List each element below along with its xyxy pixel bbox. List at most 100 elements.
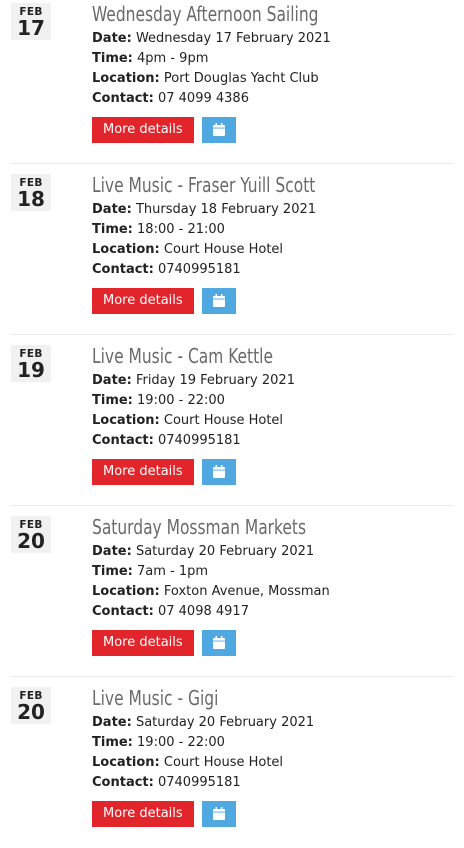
location-value: Court House Hotel bbox=[163, 755, 284, 770]
date-label: Date: bbox=[92, 715, 132, 730]
event-body: Saturday Mossman Markets Date: Saturday … bbox=[92, 514, 454, 656]
event-location: Location: Foxton Avenue, Mossman bbox=[92, 582, 454, 602]
event-actions: More details bbox=[92, 630, 454, 656]
event-body: Live Music - Fraser Yuill Scott Date: Th… bbox=[92, 172, 454, 314]
time-label: Time: bbox=[92, 393, 133, 408]
date-day: 20 bbox=[17, 529, 45, 553]
event-time: Time: 18:00 - 21:00 bbox=[92, 220, 454, 240]
event-title[interactable]: Wednesday Afternoon Sailing bbox=[92, 1, 403, 27]
time-value: 4pm - 9pm bbox=[137, 51, 209, 66]
calendar-icon bbox=[212, 465, 225, 478]
add-to-calendar-button[interactable] bbox=[201, 801, 236, 827]
location-label: Location: bbox=[92, 413, 160, 428]
events-list: FEB 17 Wednesday Afternoon Sailing Date:… bbox=[0, 0, 464, 848]
date-value: Saturday 20 February 2021 bbox=[135, 715, 315, 730]
time-label: Time: bbox=[92, 222, 133, 237]
event-location: Location: Court House Hotel bbox=[92, 240, 454, 260]
add-to-calendar-button[interactable] bbox=[201, 288, 236, 314]
location-label: Location: bbox=[92, 242, 160, 257]
event-item: FEB 18 Live Music - Fraser Yuill Scott D… bbox=[10, 164, 454, 335]
date-badge: FEB 19 bbox=[11, 345, 51, 382]
more-details-button[interactable]: More details bbox=[92, 117, 194, 143]
time-value: 19:00 - 22:00 bbox=[137, 735, 225, 750]
event-title[interactable]: Saturday Mossman Markets bbox=[92, 514, 403, 540]
event-body: Wednesday Afternoon Sailing Date: Wednes… bbox=[92, 1, 454, 143]
event-title[interactable]: Live Music - Cam Kettle bbox=[92, 343, 403, 369]
calendar-icon bbox=[212, 807, 225, 820]
event-date: Date: Saturday 20 February 2021 bbox=[92, 713, 454, 733]
event-time: Time: 19:00 - 22:00 bbox=[92, 733, 454, 753]
event-contact: Contact: 0740995181 bbox=[92, 773, 454, 793]
location-value: Foxton Avenue, Mossman bbox=[163, 584, 330, 599]
add-to-calendar-button[interactable] bbox=[201, 459, 236, 485]
date-label: Date: bbox=[92, 544, 132, 559]
date-value: Friday 19 February 2021 bbox=[135, 373, 295, 388]
more-details-button[interactable]: More details bbox=[92, 630, 194, 656]
event-contact: Contact: 0740995181 bbox=[92, 431, 454, 451]
event-date: Date: Friday 19 February 2021 bbox=[92, 371, 454, 391]
date-badge: FEB 18 bbox=[11, 174, 51, 211]
date-value: Wednesday 17 February 2021 bbox=[135, 31, 331, 46]
time-value: 7am - 1pm bbox=[137, 564, 209, 579]
event-date: Date: Wednesday 17 February 2021 bbox=[92, 29, 454, 49]
time-label: Time: bbox=[92, 564, 133, 579]
date-value: Thursday 18 February 2021 bbox=[135, 202, 317, 217]
date-day: 18 bbox=[17, 187, 45, 211]
date-label: Date: bbox=[92, 31, 132, 46]
event-contact: Contact: 0740995181 bbox=[92, 260, 454, 280]
event-title[interactable]: Live Music - Gigi bbox=[92, 685, 403, 711]
event-actions: More details bbox=[92, 801, 454, 827]
event-item: FEB 17 Wednesday Afternoon Sailing Date:… bbox=[10, 0, 454, 164]
contact-value: 0740995181 bbox=[157, 775, 241, 790]
location-value: Court House Hotel bbox=[163, 413, 284, 428]
contact-label: Contact: bbox=[92, 433, 154, 448]
date-value: Saturday 20 February 2021 bbox=[135, 544, 315, 559]
event-contact: Contact: 07 4099 4386 bbox=[92, 89, 454, 109]
add-to-calendar-button[interactable] bbox=[201, 117, 236, 143]
date-label: Date: bbox=[92, 202, 132, 217]
event-contact: Contact: 07 4098 4917 bbox=[92, 602, 454, 622]
event-title[interactable]: Live Music - Fraser Yuill Scott bbox=[92, 172, 403, 198]
event-date: Date: Saturday 20 February 2021 bbox=[92, 542, 454, 562]
contact-label: Contact: bbox=[92, 91, 154, 106]
event-date: Date: Thursday 18 February 2021 bbox=[92, 200, 454, 220]
event-actions: More details bbox=[92, 117, 454, 143]
date-day: 17 bbox=[17, 16, 45, 40]
location-label: Location: bbox=[92, 584, 160, 599]
date-badge: FEB 20 bbox=[11, 687, 51, 724]
calendar-icon bbox=[212, 294, 225, 307]
contact-value: 07 4099 4386 bbox=[157, 91, 249, 106]
more-details-button[interactable]: More details bbox=[92, 459, 194, 485]
event-body: Live Music - Cam Kettle Date: Friday 19 … bbox=[92, 343, 454, 485]
location-value: Court House Hotel bbox=[163, 242, 284, 257]
contact-label: Contact: bbox=[92, 262, 154, 277]
event-body: Live Music - Gigi Date: Saturday 20 Febr… bbox=[92, 685, 454, 827]
contact-label: Contact: bbox=[92, 604, 154, 619]
date-badge: FEB 20 bbox=[11, 516, 51, 553]
location-label: Location: bbox=[92, 755, 160, 770]
time-value: 19:00 - 22:00 bbox=[137, 393, 225, 408]
event-time: Time: 19:00 - 22:00 bbox=[92, 391, 454, 411]
event-item: FEB 20 Saturday Mossman Markets Date: Sa… bbox=[10, 506, 454, 677]
event-location: Location: Court House Hotel bbox=[92, 411, 454, 431]
date-label: Date: bbox=[92, 373, 132, 388]
event-actions: More details bbox=[92, 288, 454, 314]
location-label: Location: bbox=[92, 71, 160, 86]
more-details-button[interactable]: More details bbox=[92, 288, 194, 314]
time-label: Time: bbox=[92, 51, 133, 66]
contact-value: 0740995181 bbox=[157, 262, 241, 277]
contact-value: 07 4098 4917 bbox=[157, 604, 249, 619]
event-time: Time: 4pm - 9pm bbox=[92, 49, 454, 69]
contact-value: 0740995181 bbox=[157, 433, 241, 448]
event-location: Location: Court House Hotel bbox=[92, 753, 454, 773]
event-item: FEB 20 Live Music - Gigi Date: Saturday … bbox=[10, 677, 454, 848]
more-details-button[interactable]: More details bbox=[92, 801, 194, 827]
add-to-calendar-button[interactable] bbox=[201, 630, 236, 656]
calendar-icon bbox=[212, 636, 225, 649]
event-item: FEB 19 Live Music - Cam Kettle Date: Fri… bbox=[10, 335, 454, 506]
contact-label: Contact: bbox=[92, 775, 154, 790]
location-value: Port Douglas Yacht Club bbox=[163, 71, 319, 86]
event-actions: More details bbox=[92, 459, 454, 485]
date-day: 20 bbox=[17, 700, 45, 724]
date-badge: FEB 17 bbox=[11, 3, 51, 40]
